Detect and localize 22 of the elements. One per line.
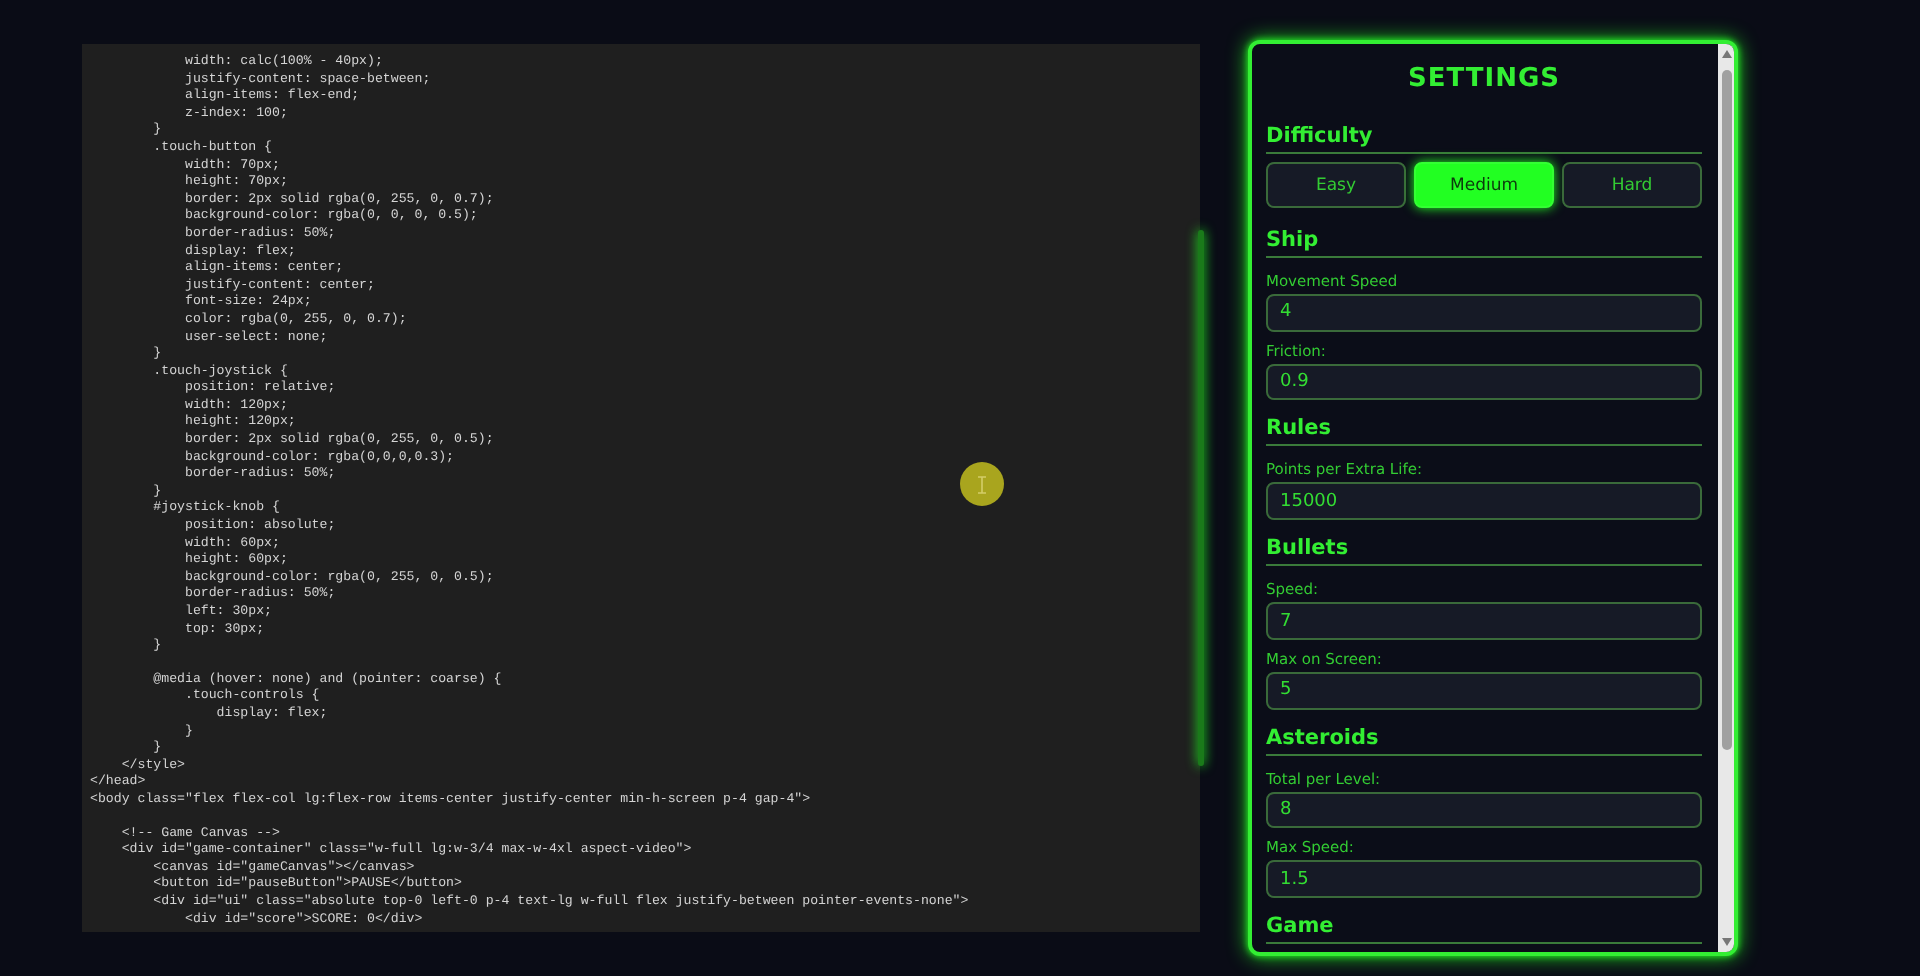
scroll-up-icon[interactable] [1721,50,1731,58]
input-field[interactable]: 8 [1266,791,1702,829]
settings-title: SETTINGS [1405,64,1563,94]
scrollbar[interactable] [1718,44,1734,952]
section-heading: Ship [1266,228,1702,258]
section-heading: Game [1266,914,1702,945]
input-field[interactable]: 4 [1266,294,1702,332]
input-field[interactable]: 15000 [1266,482,1702,521]
section-heading: Asteroids [1266,725,1702,756]
difficulty-button[interactable]: Medium [1414,162,1554,208]
input-field[interactable]: 5 [1266,671,1702,710]
section-heading: Difficulty [1266,124,1702,154]
input-field[interactable]: 0.9 [1266,363,1702,401]
scroll-thumb[interactable] [1721,70,1731,750]
input-field[interactable]: 1.5 [1266,860,1702,899]
section-heading: Rules [1266,416,1702,447]
difficulty-button[interactable]: Hard [1562,162,1702,208]
scroll-down-icon[interactable] [1721,938,1731,946]
input-field[interactable]: 7 [1266,602,1702,640]
section-heading: Bullets [1266,536,1702,567]
text-cursor-icon [976,475,988,493]
difficulty-button[interactable]: Easy [1266,162,1406,208]
